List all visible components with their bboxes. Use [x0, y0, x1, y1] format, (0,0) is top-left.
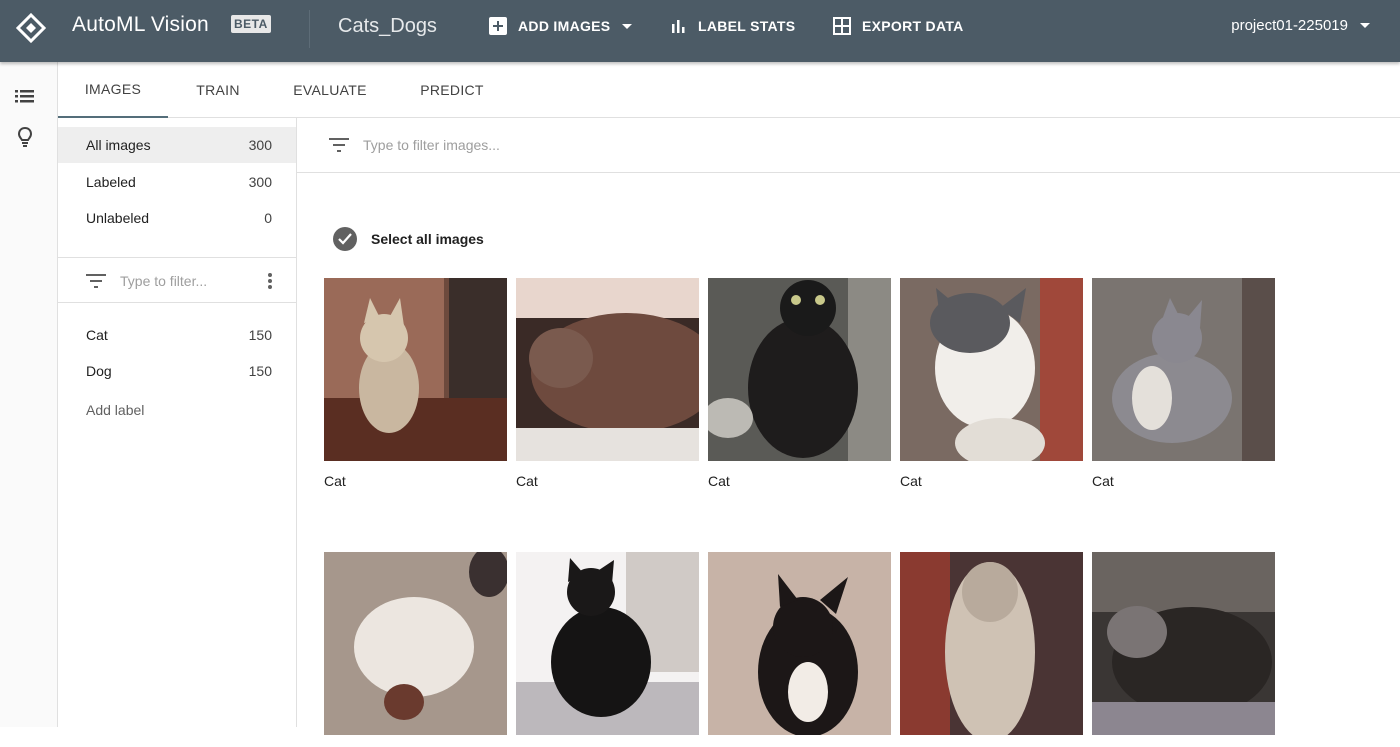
filter-icon: [329, 138, 349, 152]
image-filter-input[interactable]: [363, 137, 763, 153]
cat-photo[interactable]: [708, 552, 891, 737]
export-data-label: EXPORT DATA: [862, 18, 964, 34]
header-divider: [309, 10, 310, 48]
cat-photo[interactable]: [1092, 552, 1275, 735]
dataset-name: Cats_Dogs: [338, 15, 437, 37]
list-icon[interactable]: [15, 88, 35, 104]
image-caption: Cat: [1092, 473, 1114, 489]
add-box-icon: [489, 17, 507, 35]
add-label-button[interactable]: Add label: [86, 402, 144, 418]
image-tile[interactable]: [708, 552, 891, 747]
label-stats-button[interactable]: LABEL STATS: [669, 17, 795, 35]
project-selector[interactable]: project01-225019: [1231, 17, 1370, 34]
cat-photo[interactable]: [900, 278, 1083, 468]
filter-icon: [86, 274, 106, 288]
cat-photo[interactable]: [1092, 278, 1275, 461]
label-sidebar: All images 300 Labeled 300 Unlabeled 0 C…: [58, 118, 297, 727]
sidebar-item-count: 300: [248, 137, 272, 153]
image-caption: Cat: [324, 473, 346, 489]
sidebar-item-label: Labeled: [86, 174, 136, 190]
cat-photo[interactable]: [324, 278, 507, 461]
add-images-label: ADD IMAGES: [518, 18, 611, 34]
check-circle-icon[interactable]: [333, 227, 357, 251]
top-app-bar: AutoML Vision BETA Cats_Dogs ADD IMAGES …: [0, 0, 1400, 62]
sidebar-item-all-images[interactable]: All images 300: [58, 127, 296, 163]
tab-evaluate[interactable]: EVALUATE: [272, 62, 388, 118]
beta-badge: BETA: [231, 15, 271, 33]
image-tile[interactable]: Cat: [900, 278, 1083, 489]
sidebar-item-label: Unlabeled: [86, 210, 150, 226]
image-tile[interactable]: [900, 552, 1083, 747]
image-tile[interactable]: Cat: [516, 278, 721, 489]
image-tile[interactable]: Cat: [324, 278, 507, 489]
cat-photo[interactable]: [324, 547, 509, 735]
sidebar-item-count: 150: [248, 363, 272, 379]
select-all-label: Select all images: [371, 231, 484, 247]
chevron-down-icon: [622, 23, 633, 29]
tab-predict[interactable]: PREDICT: [398, 62, 506, 118]
image-tile[interactable]: [324, 547, 509, 747]
tab-images[interactable]: IMAGES: [58, 62, 168, 118]
image-tile[interactable]: Cat: [1092, 278, 1275, 489]
sidebar-item-labeled[interactable]: Labeled 300: [58, 164, 296, 200]
image-caption: Cat: [516, 473, 538, 489]
cat-photo[interactable]: [516, 552, 699, 735]
sidebar-item-label: Dog: [86, 363, 112, 379]
bar-chart-icon: [672, 20, 685, 33]
cat-photo[interactable]: [703, 278, 891, 461]
cat-photo[interactable]: [900, 552, 1083, 742]
more-vert-icon[interactable]: [268, 273, 272, 291]
tab-bar: IMAGES TRAIN EVALUATE PREDICT: [58, 62, 1400, 118]
export-data-button[interactable]: EXPORT DATA: [833, 17, 964, 35]
checkmark-icon: [338, 233, 352, 245]
image-tile[interactable]: [1092, 552, 1275, 747]
lightbulb-icon[interactable]: [16, 126, 34, 148]
sidebar-item-label: All images: [86, 137, 151, 153]
add-images-button[interactable]: ADD IMAGES: [489, 17, 633, 35]
cat-photo[interactable]: [516, 278, 721, 461]
left-nav-rail: [0, 62, 58, 727]
automl-logo-icon[interactable]: [16, 13, 46, 43]
sidebar-item-cat[interactable]: Cat 150: [58, 317, 296, 353]
select-all-images[interactable]: Select all images: [333, 227, 484, 251]
image-tile[interactable]: Cat: [703, 278, 891, 489]
image-filter-bar: [297, 118, 1400, 173]
grid-icon: [833, 17, 851, 35]
chevron-down-icon: [1360, 23, 1370, 28]
sidebar-divider: [58, 302, 296, 303]
sidebar-item-count: 0: [264, 210, 272, 226]
image-caption: Cat: [900, 473, 922, 489]
app-title: AutoML Vision: [72, 13, 209, 36]
label-stats-label: LABEL STATS: [698, 18, 796, 34]
sidebar-item-count: 300: [248, 174, 272, 190]
sidebar-item-label: Cat: [86, 327, 108, 343]
sidebar-item-dog[interactable]: Dog 150: [58, 353, 296, 389]
image-caption: Cat: [708, 473, 730, 489]
sidebar-divider: [58, 257, 296, 258]
project-name: project01-225019: [1231, 17, 1348, 34]
sidebar-item-unlabeled[interactable]: Unlabeled 0: [58, 200, 296, 236]
label-filter-input[interactable]: [120, 273, 230, 289]
label-filter: [58, 261, 296, 301]
sidebar-item-count: 150: [248, 327, 272, 343]
tab-train[interactable]: TRAIN: [168, 62, 268, 118]
image-tile[interactable]: [516, 552, 699, 747]
